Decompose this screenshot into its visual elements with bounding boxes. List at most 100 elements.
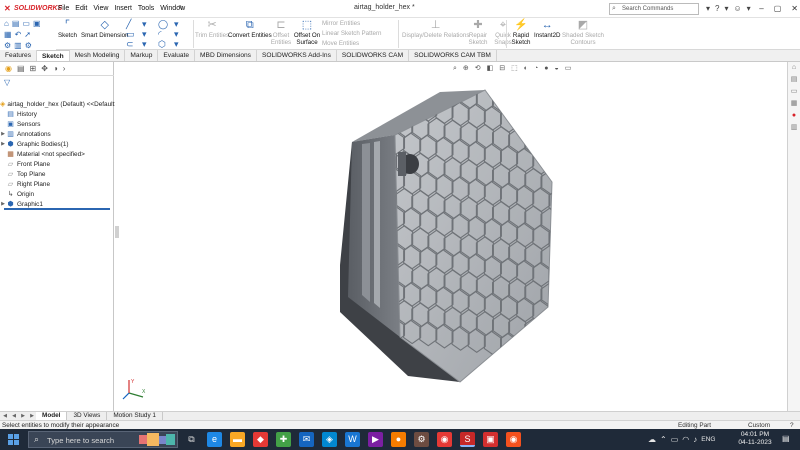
view-orientation-icon[interactable]: ⬚: [511, 64, 518, 73]
open-icon[interactable]: ▭: [22, 19, 30, 29]
solidworks-logo[interactable]: ✕ SOLIDWORKS: [4, 3, 62, 15]
sketch-button[interactable]: ⌜ Sketch: [58, 19, 77, 39]
task-view-icon[interactable]: ⧉: [184, 432, 199, 447]
new-document-icon[interactable]: ▤: [12, 19, 20, 29]
weather-icon[interactable]: ☁: [648, 432, 656, 447]
battery-icon[interactable]: ▭: [671, 432, 679, 447]
volume-icon[interactable]: ♪: [693, 432, 697, 447]
convert-entities-button[interactable]: ⧉ Convert Entities: [228, 19, 272, 39]
line-dropdown-icon[interactable]: ▾: [142, 20, 158, 29]
polygon-icon[interactable]: ⬡: [158, 40, 174, 49]
menu-file[interactable]: File: [58, 4, 69, 14]
slot-icon[interactable]: ⊂: [126, 40, 142, 49]
tree-item-right-plane[interactable]: ▱ Right Plane: [0, 179, 114, 189]
save-icon[interactable]: ▣: [33, 19, 41, 29]
menu-edit[interactable]: Edit: [75, 4, 87, 14]
search-dropdown-icon[interactable]: ▾: [706, 3, 710, 15]
print-icon[interactable]: ▦: [4, 30, 12, 40]
tab-mesh-modeling[interactable]: Mesh Modeling: [70, 50, 126, 61]
apply-scene-icon[interactable]: ◒: [555, 64, 559, 73]
view-palette-icon[interactable]: ▦: [788, 98, 800, 110]
tree-item-top-plane[interactable]: ▱ Top Plane: [0, 169, 114, 179]
taskbar-search-input[interactable]: ⌕ Type here to search: [28, 431, 178, 448]
tab-markup[interactable]: Markup: [125, 50, 159, 61]
zoom-area-icon[interactable]: ⊕: [463, 64, 469, 73]
arc-icon[interactable]: ◜: [158, 30, 174, 39]
design-library-icon[interactable]: ▤: [788, 74, 800, 86]
close-icon[interactable]: ✕: [791, 2, 798, 16]
edge-icon[interactable]: e: [207, 432, 222, 447]
dim-xpert-icon[interactable]: ✥: [41, 64, 48, 75]
language-indicator[interactable]: ENG: [701, 432, 715, 447]
home-icon[interactable]: ⌂: [4, 19, 9, 29]
search-commands-input[interactable]: ⌕ Search Commands: [609, 3, 699, 15]
notification-icon[interactable]: ▤: [782, 434, 790, 443]
help-dropdown-icon[interactable]: ▾: [724, 3, 728, 15]
panel-splitter-handle[interactable]: [115, 226, 119, 238]
filter-icon[interactable]: ▽: [4, 78, 10, 87]
circle-dropdown-icon[interactable]: ▾: [174, 20, 190, 29]
minimize-icon[interactable]: –: [759, 2, 763, 16]
file-explorer-icon[interactable]: ▭: [788, 86, 800, 98]
tab-model[interactable]: Model: [36, 412, 68, 420]
graphics-area[interactable]: ⌕ ⊕ ⟲ ◧ ⊟ ⬚ ◐ ◔ ● ◒ ▭ Y X: [115, 62, 787, 411]
tree-item-front-plane[interactable]: ▱ Front Plane: [0, 159, 114, 169]
tray-chevron-icon[interactable]: ⌃: [660, 432, 667, 447]
tab-evaluate[interactable]: Evaluate: [158, 50, 196, 61]
section-view-icon[interactable]: ◧: [487, 64, 494, 73]
line-icon[interactable]: ╱: [126, 20, 142, 29]
move-entities-button[interactable]: Move Entities: [322, 39, 382, 48]
feature-tree-icon[interactable]: ◉: [5, 64, 12, 75]
select-icon[interactable]: ➚: [24, 30, 31, 40]
pin-menu-icon[interactable]: ✎: [178, 4, 184, 12]
mirror-entities-button[interactable]: Mirror Entities: [322, 19, 382, 28]
next-tab-icon[interactable]: ▶: [19, 413, 27, 419]
mail-icon[interactable]: ✉: [299, 432, 314, 447]
tab-features[interactable]: Features: [0, 50, 38, 61]
arc-dropdown-icon[interactable]: ▾: [174, 30, 190, 39]
rectangle-icon[interactable]: ▭: [126, 30, 142, 39]
custom-properties-icon[interactable]: ▥: [788, 122, 800, 134]
panel-more-icon[interactable]: ›: [63, 64, 66, 75]
app-red-square-icon[interactable]: ▣: [483, 432, 498, 447]
rectangle-dropdown-icon[interactable]: ▾: [142, 30, 158, 39]
last-tab-icon[interactable]: ▶: [28, 413, 36, 419]
chrome-icon[interactable]: ◉: [437, 432, 452, 447]
circle-icon[interactable]: ◯: [158, 20, 174, 29]
tab-mbd-dimensions[interactable]: MBD Dimensions: [195, 50, 257, 61]
tab-sketch[interactable]: Sketch: [37, 50, 70, 61]
user-icon[interactable]: ☺: [733, 3, 741, 15]
app-purple-icon[interactable]: ▶: [368, 432, 383, 447]
rebuild-icon[interactable]: ⚙: [4, 41, 11, 51]
tree-item-history[interactable]: ▤ History: [0, 109, 114, 119]
offset-on-surface-button[interactable]: ⬚ Offset On Surface: [292, 19, 322, 46]
tab-3d-views[interactable]: 3D Views: [67, 412, 108, 420]
dropbox-icon[interactable]: ◈: [322, 432, 337, 447]
tree-item-annotations[interactable]: ▶ ▥ Annotations: [0, 129, 114, 139]
trim-entities-button[interactable]: ✂ Trim Entities: [195, 19, 229, 39]
chrome-2-icon[interactable]: ◉: [506, 432, 521, 447]
help-icon[interactable]: ?: [715, 3, 719, 15]
undo-icon[interactable]: ↶: [15, 30, 22, 40]
user-dropdown-icon[interactable]: ▾: [747, 3, 751, 15]
tree-item-material[interactable]: ▦ Material <not specified>: [0, 149, 114, 159]
word-icon[interactable]: W: [345, 432, 360, 447]
app-green-icon[interactable]: ✚: [276, 432, 291, 447]
menu-tools[interactable]: Tools: [138, 4, 154, 14]
rollback-bar[interactable]: [4, 208, 110, 210]
taskbar-clock[interactable]: 04:01 PM 04-11-2023: [736, 431, 774, 447]
options-icon[interactable]: ⚙: [25, 41, 32, 51]
zoom-to-fit-icon[interactable]: ⌕: [453, 64, 457, 73]
solidworks-taskbar-icon[interactable]: S: [460, 432, 475, 447]
view-settings-icon[interactable]: ▭: [565, 64, 572, 73]
menu-view[interactable]: View: [93, 4, 108, 14]
tab-solidworks-add-ins[interactable]: SOLIDWORKS Add-Ins: [257, 50, 337, 61]
tree-item-part[interactable]: ◈ airtag_holder_hex (Default) <<Default>: [0, 99, 118, 109]
linear-sketch-pattern-button[interactable]: Linear Sketch Pattern: [322, 29, 382, 38]
windows-start-icon[interactable]: [8, 434, 19, 445]
display-delete-relations-button[interactable]: ⊥ Display/Delete Relations: [402, 19, 469, 39]
tab-solidworks-cam[interactable]: SOLIDWORKS CAM: [337, 50, 410, 61]
tree-item-graphic-bodies[interactable]: ▶ ⬢ Graphic Bodies(1): [0, 139, 114, 149]
tab-solidworks-cam-tbm[interactable]: SOLIDWORKS CAM TBM: [409, 50, 497, 61]
menu-insert[interactable]: Insert: [114, 4, 132, 14]
